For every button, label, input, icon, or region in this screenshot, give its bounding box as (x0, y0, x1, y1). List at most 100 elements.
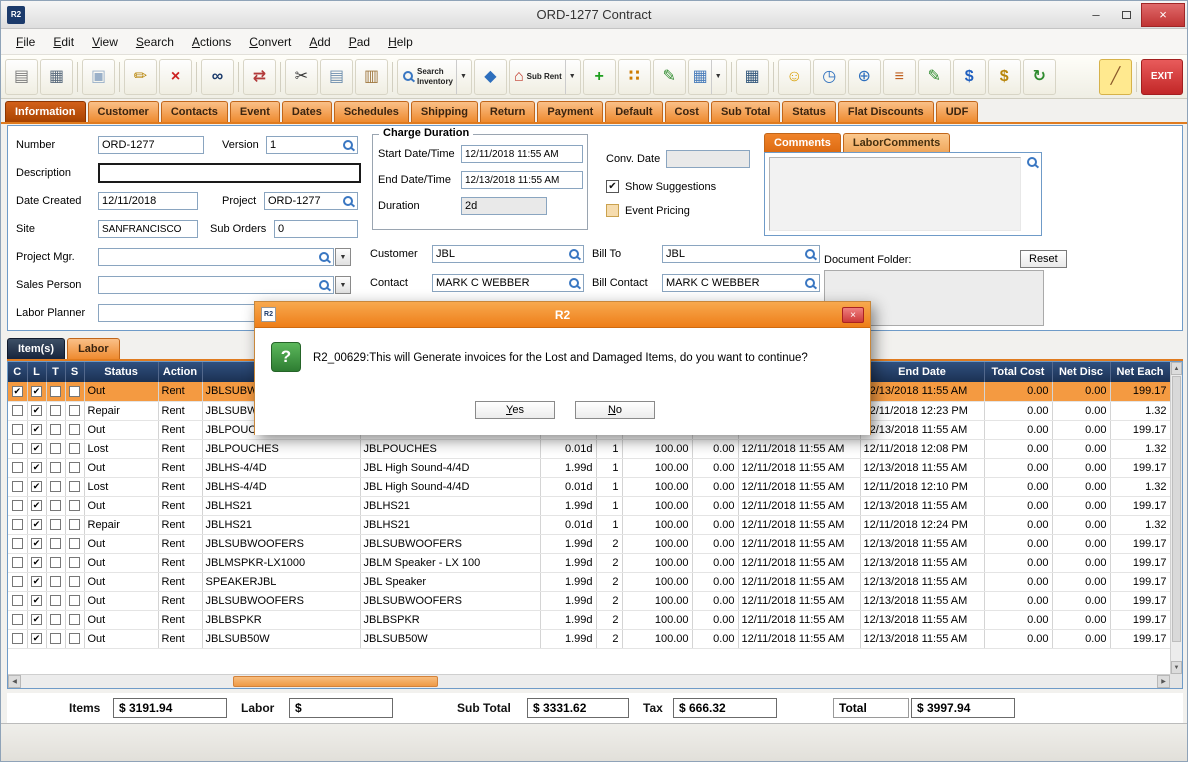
search-icon[interactable] (1026, 156, 1038, 169)
table-row[interactable]: OutRentJBLBSPKRJBLBSPKR1.99d2100.000.001… (8, 610, 1170, 629)
row-checkbox-t[interactable] (50, 557, 61, 568)
tab-information[interactable]: Information (5, 101, 86, 122)
column-header-net-each[interactable]: Net Each (1110, 362, 1170, 382)
cut-button[interactable]: ✂ (285, 59, 318, 95)
table-row[interactable]: OutRentJBLSUB50WJBLSUB50W1.99d2100.000.0… (8, 629, 1170, 648)
tab-flat-discounts[interactable]: Flat Discounts (838, 101, 934, 122)
web-globe-button[interactable]: ⊕ (848, 59, 881, 95)
table-row[interactable]: LostRentJBLHS-4/4DJBL High Sound-4/4D0.0… (8, 477, 1170, 496)
row-checkbox-l[interactable] (31, 538, 42, 549)
table-row[interactable]: LostRentJBLPOUCHESJBLPOUCHES0.01d1100.00… (8, 439, 1170, 458)
tab-labor[interactable]: Labor (67, 338, 120, 359)
row-checkbox-s[interactable] (69, 462, 80, 473)
minimize-button[interactable]: – (1081, 4, 1111, 26)
pc-refresh-button[interactable]: ↻ (1023, 59, 1056, 95)
tab-cost[interactable]: Cost (665, 101, 709, 122)
tab-comments[interactable]: Comments (764, 133, 841, 152)
menu-item-actions[interactable]: Actions (183, 31, 240, 53)
row-checkbox-l[interactable] (31, 576, 42, 587)
row-checkbox-t[interactable] (50, 633, 61, 644)
row-checkbox-s[interactable] (69, 424, 80, 435)
menu-item-view[interactable]: View (83, 31, 127, 53)
color-balls-button[interactable]: ∷ (618, 59, 651, 95)
bill-contact-input[interactable]: MARK C WEBBER (662, 274, 820, 292)
edit-pencil-button[interactable]: ✏ (124, 59, 157, 95)
row-checkbox-s[interactable] (69, 481, 80, 492)
start-datetime-input[interactable]: 12/11/2018 11:55 AM (461, 145, 583, 163)
tab-event[interactable]: Event (230, 101, 280, 122)
print-document-button[interactable]: ▦ (736, 59, 769, 95)
dropdown-arrow-icon[interactable]: ▼ (456, 60, 467, 94)
row-checkbox-l[interactable] (31, 424, 42, 435)
conv-date-input[interactable] (666, 150, 750, 168)
table-row[interactable]: OutRentJBLSUBWOOFERSJBLSUBWOOFERS1.99d21… (8, 591, 1170, 610)
site-input[interactable]: SANFRANCISCO (98, 220, 198, 238)
row-checkbox-l[interactable] (31, 443, 42, 454)
row-checkbox-c[interactable] (12, 576, 23, 587)
row-checkbox-c[interactable] (12, 500, 23, 511)
dropdown-arrow-icon[interactable]: ▼ (565, 60, 576, 94)
copy-button[interactable]: ▤ (320, 59, 353, 95)
row-checkbox-c[interactable] (12, 633, 23, 644)
column-header-action[interactable]: Action (158, 362, 202, 382)
row-checkbox-s[interactable] (69, 405, 80, 416)
row-checkbox-l[interactable] (31, 462, 42, 473)
sub-orders-input[interactable]: 0 (274, 220, 358, 238)
row-checkbox-s[interactable] (69, 500, 80, 511)
description-input[interactable] (98, 163, 361, 183)
row-checkbox-s[interactable] (69, 595, 80, 606)
column-header-net-disc[interactable]: Net Disc (1052, 362, 1110, 382)
paste-button[interactable]: ▥ (355, 59, 388, 95)
table-row[interactable]: OutRentJBLMSPKR-LX1000JBLM Speaker - LX … (8, 553, 1170, 572)
menu-item-search[interactable]: Search (127, 31, 183, 53)
search-icon[interactable] (318, 279, 330, 292)
row-checkbox-s[interactable] (69, 538, 80, 549)
event-pricing-checkbox[interactable] (606, 204, 619, 217)
delete-button[interactable]: × (159, 59, 192, 95)
row-checkbox-t[interactable] (50, 462, 61, 473)
table-row[interactable]: OutRentSPEAKERJBLJBL Speaker1.99d2100.00… (8, 572, 1170, 591)
tab-contacts[interactable]: Contacts (161, 101, 228, 122)
row-checkbox-s[interactable] (69, 614, 80, 625)
row-checkbox-s[interactable] (69, 576, 80, 587)
menu-item-help[interactable]: Help (379, 31, 422, 53)
close-button[interactable]: × (1141, 3, 1185, 27)
scroll-up-arrow[interactable]: ▲ (1171, 362, 1182, 375)
exit-button[interactable]: EXIT (1141, 59, 1183, 95)
row-checkbox-s[interactable] (69, 443, 80, 454)
row-checkbox-c[interactable] (12, 424, 23, 435)
row-checkbox-c[interactable] (12, 538, 23, 549)
tab-laborcomments[interactable]: LaborComments (843, 133, 950, 152)
sales-person-input[interactable] (98, 276, 334, 294)
search-icon[interactable] (342, 139, 354, 152)
row-checkbox-s[interactable] (69, 557, 80, 568)
row-checkbox-l[interactable] (31, 519, 42, 530)
save-button[interactable]: ▣ (82, 59, 115, 95)
horizontal-scroll-thumb[interactable] (233, 676, 438, 687)
smiley-button[interactable]: ☺ (778, 59, 811, 95)
find-binoculars-button[interactable]: ∞ (201, 59, 234, 95)
dialog-title-bar[interactable]: R2 R2 × (255, 302, 870, 328)
tab-status[interactable]: Status (782, 101, 836, 122)
version-input[interactable]: 1 (266, 136, 358, 154)
search-icon[interactable] (342, 195, 354, 208)
table-row[interactable]: OutRentJBLHS21JBLHS211.99d1100.000.0012/… (8, 496, 1170, 515)
tab-sub-total[interactable]: Sub Total (711, 101, 780, 122)
row-checkbox-c[interactable] (12, 595, 23, 606)
table-row[interactable]: OutRentJBLHS-4/4DJBL High Sound-4/4D1.99… (8, 458, 1170, 477)
column-header-c[interactable]: C (8, 362, 27, 382)
project-input[interactable]: ORD-1277 (264, 192, 358, 210)
number-input[interactable]: ORD-1277 (98, 136, 204, 154)
tab-dates[interactable]: Dates (282, 101, 332, 122)
no-button[interactable]: No (575, 401, 655, 419)
row-checkbox-t[interactable] (50, 424, 61, 435)
row-checkbox-c[interactable] (12, 462, 23, 473)
search-icon[interactable] (568, 248, 580, 261)
row-checkbox-t[interactable] (50, 519, 61, 530)
column-header-t[interactable]: T (46, 362, 65, 382)
table-row[interactable]: OutRentJBLSUBWOOFERSJBLSUBWOOFERS1.99d21… (8, 534, 1170, 553)
search-icon[interactable] (568, 277, 580, 290)
tab-return[interactable]: Return (480, 101, 535, 122)
search-inventory-button[interactable]: Search Inventory▼ (397, 59, 472, 95)
column-header-status[interactable]: Status (84, 362, 158, 382)
